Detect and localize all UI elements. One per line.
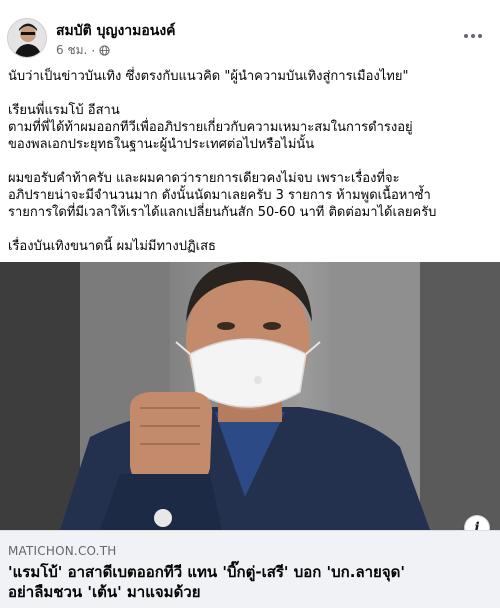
link-title-line: อย่าลืมชวน 'เต้น' มาแจมด้วย: [8, 583, 201, 601]
link-preview[interactable]: MATICHON.CO.TH 'แรมโบ้' อาสาดีเบตออกทีวี…: [0, 530, 500, 608]
post-text-line: นับว่าเป็นข่าวบันเทิง ซึ่งตรงกับแนวคิด "…: [8, 69, 409, 84]
avatar-image: [8, 19, 46, 57]
link-domain: MATICHON.CO.TH: [8, 544, 117, 558]
more-horizontal-icon: [464, 34, 468, 38]
post-meta: 6 ชม. ·: [56, 41, 110, 60]
link-preview-image[interactable]: [0, 262, 500, 530]
post-text-line: ผมขอรับคำท้าครับ และผมคาดว่ารายการเดียวค…: [8, 171, 400, 186]
post-text-line: เรื่องบันเทิงขนาดนี้ ผมไม่มีทางปฏิเสธ: [8, 239, 216, 254]
link-title[interactable]: 'แรมโบ้' อาสาดีเบตออกทีวี แทน 'บิ๊กตู่-เ…: [8, 562, 494, 602]
post-body: นับว่าเป็นข่าวบันเทิง ซึ่งตรงกับแนวคิด "…: [8, 68, 494, 255]
man-in-mask-photo: [0, 262, 500, 530]
post-text-line: อภิปรายน่าจะมีจำนวนมาก ดังนั้นนัดมาเลยคร…: [8, 188, 431, 203]
globe-icon[interactable]: [99, 45, 110, 56]
link-title-line: 'แรมโบ้' อาสาดีเบตออกทีวี แทน 'บิ๊กตู่-เ…: [8, 563, 405, 581]
author-name[interactable]: สมบัติ บุญงามอนงค์: [56, 20, 176, 42]
author-avatar[interactable]: [7, 18, 47, 58]
post-text-line: เรียนพี่แรมโบ้ อีสาน: [8, 103, 120, 118]
meta-separator: ·: [91, 43, 96, 58]
post-time[interactable]: 6 ชม.: [56, 41, 87, 60]
facebook-post-card: สมบัติ บุญงามอนงค์ 6 ชม. · นับว่าเป็นข่า…: [0, 0, 500, 608]
more-options-button[interactable]: [460, 26, 486, 46]
post-header: สมบัติ บุญงามอนงค์ 6 ชม. ·: [0, 0, 500, 66]
more-dot: [478, 34, 482, 38]
more-dot: [471, 34, 475, 38]
post-text-line: ของพลเอกประยุทธในฐานะผู้นำประเทศต่อไปหรื…: [8, 137, 315, 152]
post-text-line: ตามที่พี่ได้ท้าผมออกทีวีเพื่ออภิปรายเกี่…: [8, 120, 413, 135]
post-text-line: รายการใดที่มีเวลาให้เราได้แลกเปลี่ยนกันส…: [8, 205, 437, 220]
